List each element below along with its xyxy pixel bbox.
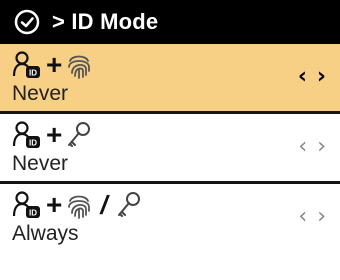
next-arrow-icon[interactable]: ›	[317, 136, 326, 158]
next-arrow-icon[interactable]: ›	[317, 206, 326, 228]
option-row-face-fingerprint-or-key[interactable]: ID + / Always ‹ ›	[0, 184, 340, 280]
value-stepper[interactable]: ‹ ›	[298, 206, 326, 228]
value-stepper[interactable]: ‹ ›	[298, 136, 326, 158]
row-icons: ID +	[12, 120, 92, 150]
svg-text:ID: ID	[29, 209, 37, 218]
id-user-icon: ID	[12, 120, 42, 150]
row-icons: ID +	[12, 50, 92, 80]
option-value: Always	[12, 222, 79, 245]
row-icons: ID + /	[12, 190, 142, 220]
option-value: Never	[12, 152, 69, 175]
fingerprint-icon	[66, 191, 92, 219]
id-user-icon: ID	[12, 50, 42, 80]
fingerprint-icon	[66, 51, 92, 79]
option-value: Never	[12, 82, 69, 105]
previous-arrow-icon[interactable]: ‹	[298, 66, 307, 88]
previous-arrow-icon[interactable]: ‹	[298, 136, 307, 158]
previous-arrow-icon[interactable]: ‹	[298, 206, 307, 228]
plus-symbol: +	[46, 49, 63, 80]
key-icon	[116, 191, 142, 219]
key-icon	[66, 121, 92, 149]
next-arrow-icon[interactable]: ›	[317, 66, 326, 88]
shield-check-icon	[12, 7, 42, 37]
svg-text:ID: ID	[29, 139, 37, 148]
svg-text:ID: ID	[29, 69, 37, 78]
value-stepper[interactable]: ‹ ›	[298, 66, 326, 88]
plus-symbol: +	[46, 189, 63, 220]
or-separator: /	[100, 190, 108, 220]
page-title: > ID Mode	[52, 9, 159, 34]
header-bar: > ID Mode	[0, 0, 340, 44]
option-row-face-fingerprint[interactable]: ID + Never ‹ ›	[0, 44, 340, 114]
id-mode-screen: > ID Mode ID + Never ‹ › ID + Never ‹ › …	[0, 0, 340, 280]
option-row-face-key[interactable]: ID + Never ‹ ›	[0, 114, 340, 184]
id-user-icon: ID	[12, 190, 42, 220]
plus-symbol: +	[46, 119, 63, 150]
